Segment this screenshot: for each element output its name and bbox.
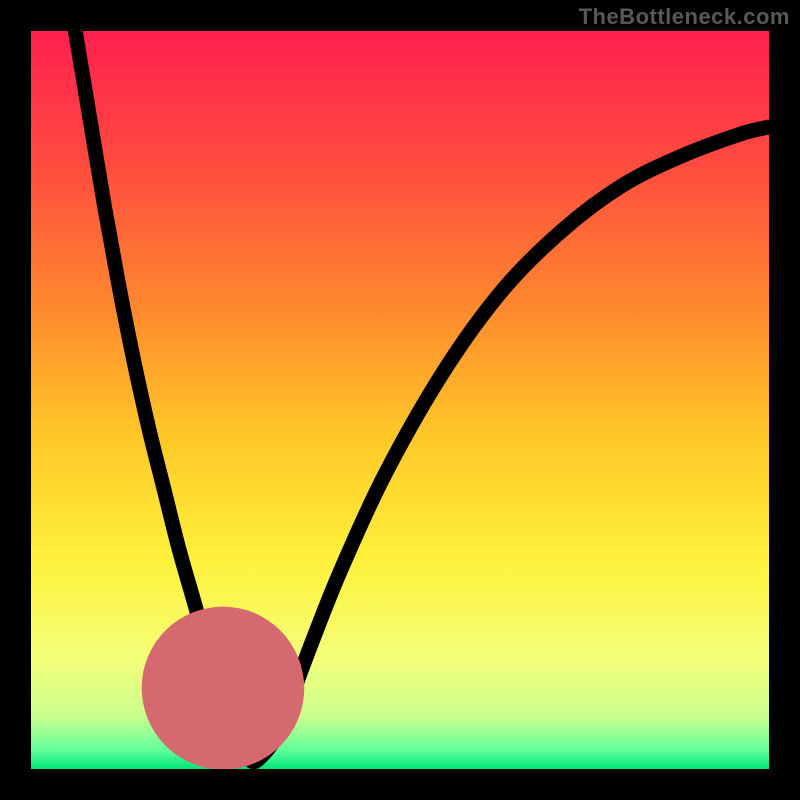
watermark-label: TheBottleneck.com bbox=[579, 4, 790, 30]
plot-area bbox=[31, 31, 769, 769]
chart-frame: TheBottleneck.com bbox=[0, 0, 800, 800]
plot-overlay bbox=[31, 31, 769, 769]
optimal-zone-marker bbox=[223, 688, 286, 754]
